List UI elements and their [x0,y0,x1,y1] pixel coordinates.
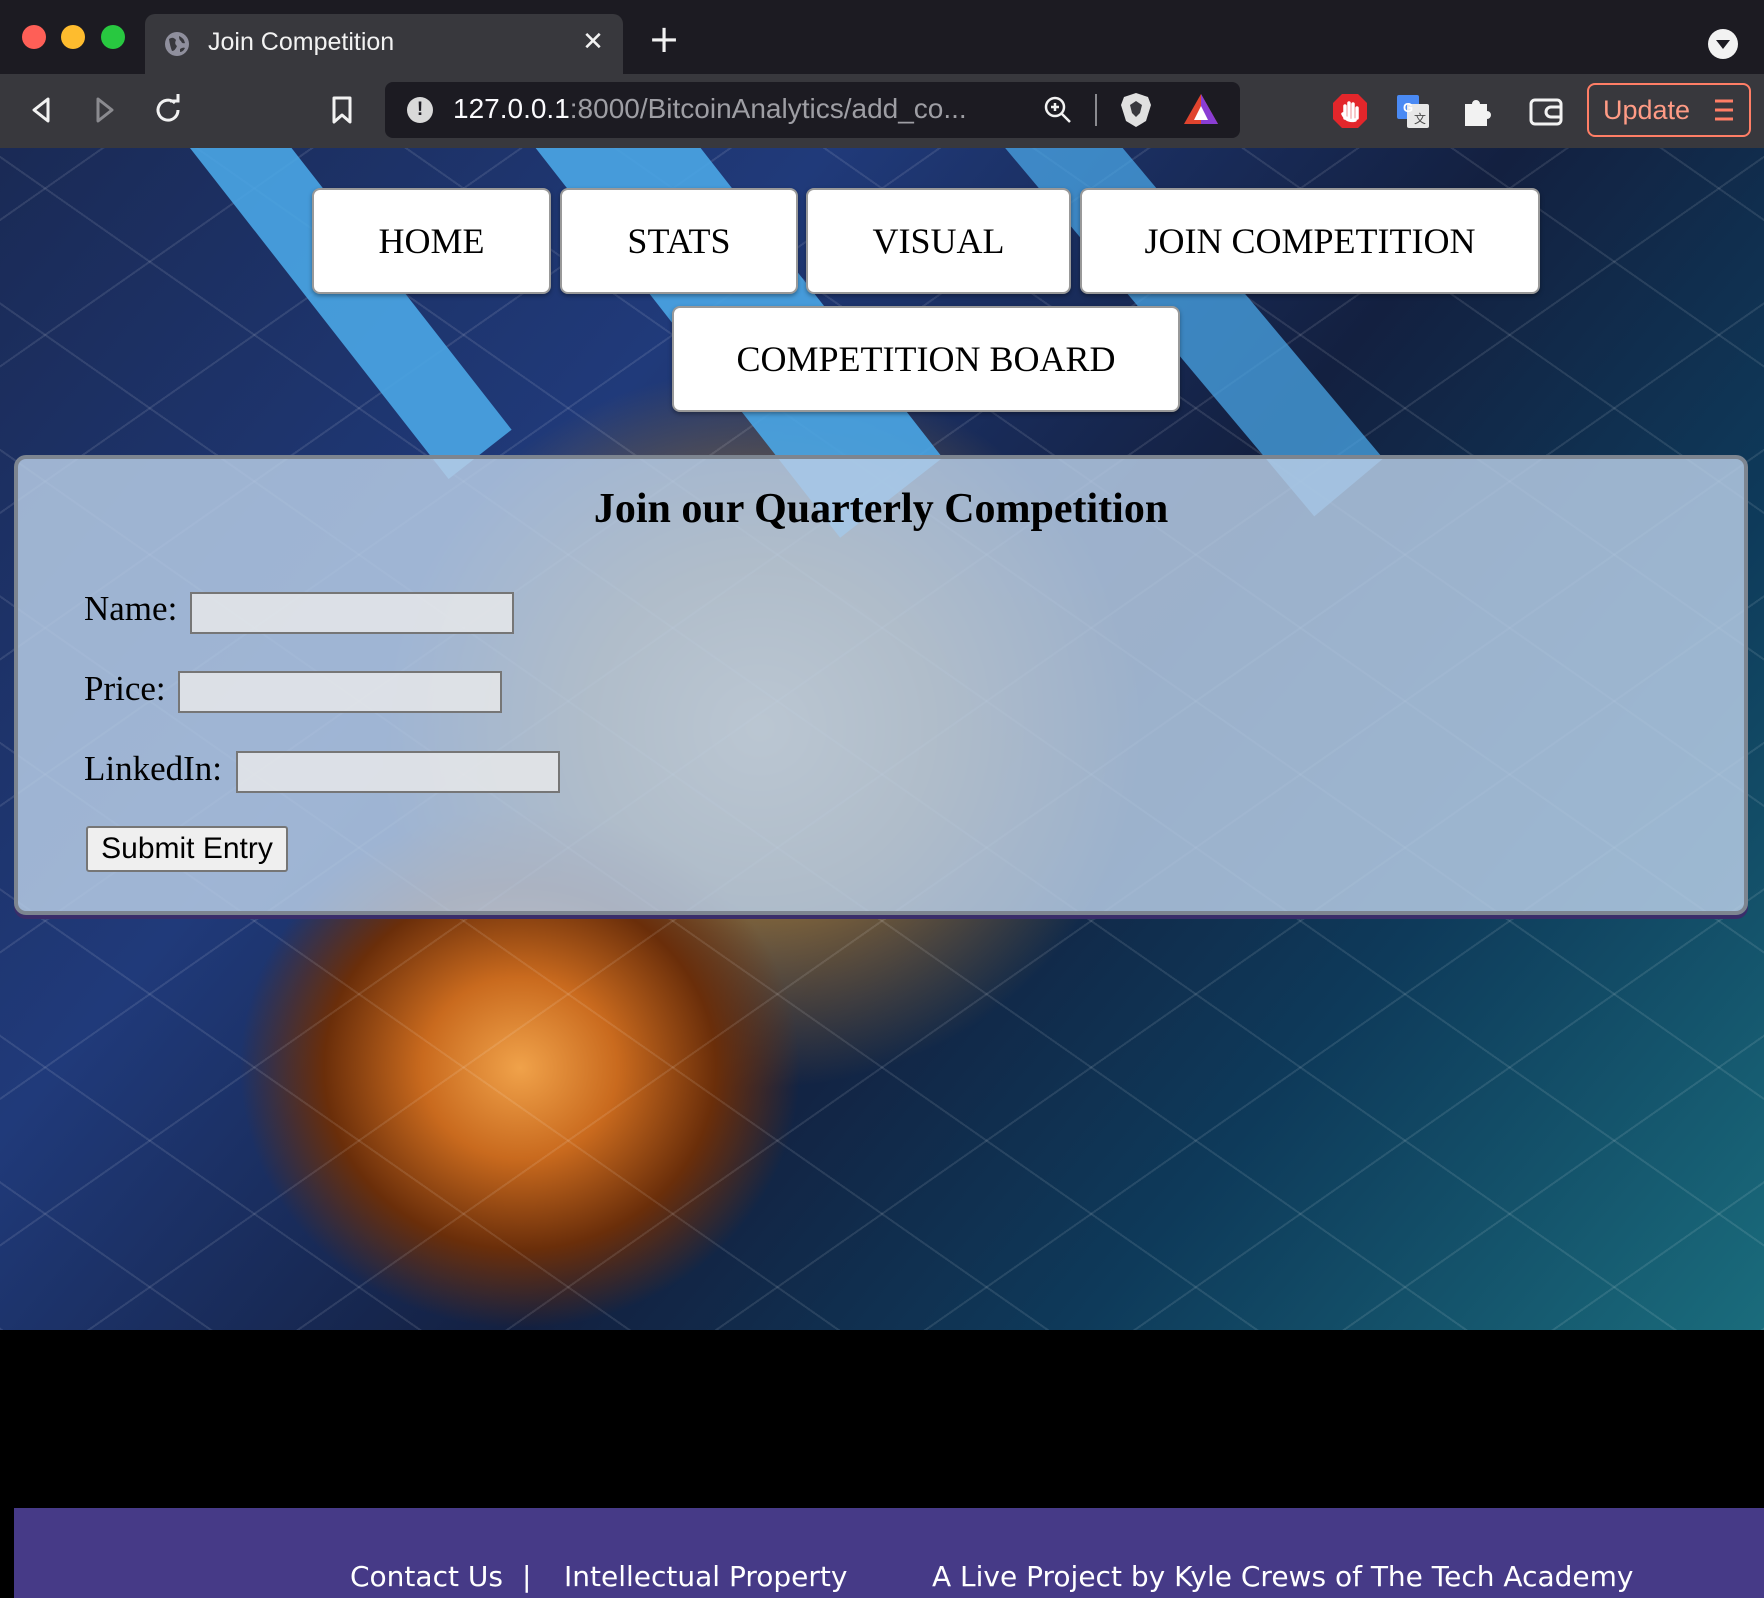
tab-close-icon[interactable]: ✕ [575,24,611,60]
price-input[interactable] [178,671,502,713]
globe-icon [165,32,189,56]
name-label: Name: [84,589,178,628]
hamburger-menu-icon [1715,99,1733,121]
back-arrow-icon[interactable] [22,90,62,130]
extensions-puzzle-icon[interactable] [1459,92,1497,130]
footer: Contact Us | Intellectual Property A Liv… [14,1508,1764,1598]
forward-arrow-icon[interactable] [84,90,124,130]
price-label: Price: [84,669,166,708]
svg-text:G: G [1403,100,1413,115]
adblock-extension-icon[interactable] [1331,92,1369,130]
browser-tab-bar: Join Competition ✕ + [0,0,1764,74]
nav-stats-button[interactable]: STATS [560,188,798,294]
nav-competition-board-button[interactable]: COMPETITION BOARD [672,306,1180,412]
address-bar[interactable]: ! 127.0.0.1:8000/BitcoinAnalytics/add_co… [385,82,1240,138]
new-tab-button[interactable]: + [646,20,682,58]
active-tab[interactable]: Join Competition ✕ [145,14,623,74]
footer-ip-link[interactable]: Intellectual Property [564,1560,847,1593]
brave-rewards-icon[interactable] [1182,92,1220,126]
update-button[interactable]: Update [1587,83,1751,137]
page-spacer [0,1330,1764,1508]
browser-toolbar: ! 127.0.0.1:8000/BitcoinAnalytics/add_co… [0,74,1764,148]
submit-entry-button[interactable]: Submit Entry [86,826,288,872]
brave-shields-icon[interactable] [1118,91,1154,129]
window-close-button[interactable] [22,25,46,49]
site-info-icon[interactable]: ! [407,97,433,123]
footer-separator: | [522,1560,532,1593]
reload-icon[interactable] [148,90,188,130]
footer-credit: A Live Project by Kyle Crews of The Tech… [932,1560,1634,1593]
window-minimize-button[interactable] [61,25,85,49]
window-zoom-button[interactable] [101,25,125,49]
update-label: Update [1603,95,1691,125]
address-bar-divider [1095,94,1097,126]
wallet-icon[interactable] [1527,92,1565,130]
nav-join-competition-button[interactable]: JOIN COMPETITION [1080,188,1540,294]
linkedin-label: LinkedIn: [84,749,223,788]
bookmark-icon[interactable] [322,90,362,130]
form-heading: Join our Quarterly Competition [593,486,1169,532]
url-text[interactable]: 127.0.0.1:8000/BitcoinAnalytics/add_co..… [453,93,967,125]
page-background: HOME STATS VISUAL JOIN COMPETITION COMPE… [0,148,1764,1330]
linkedin-input[interactable] [236,751,560,793]
name-input[interactable] [190,592,514,634]
tab-list-chevron-icon[interactable] [1708,29,1738,59]
footer-contact-link[interactable]: Contact Us [350,1560,503,1593]
google-translate-icon[interactable]: G 文 [1394,92,1432,130]
nav-visual-button[interactable]: VISUAL [806,188,1071,294]
tab-title: Join Competition [208,28,395,56]
zoom-icon[interactable] [1043,95,1073,125]
competition-form-panel: Join our Quarterly Competition Name: Pri… [14,455,1748,915]
nav-home-button[interactable]: HOME [312,188,551,294]
svg-text:文: 文 [1414,111,1426,126]
